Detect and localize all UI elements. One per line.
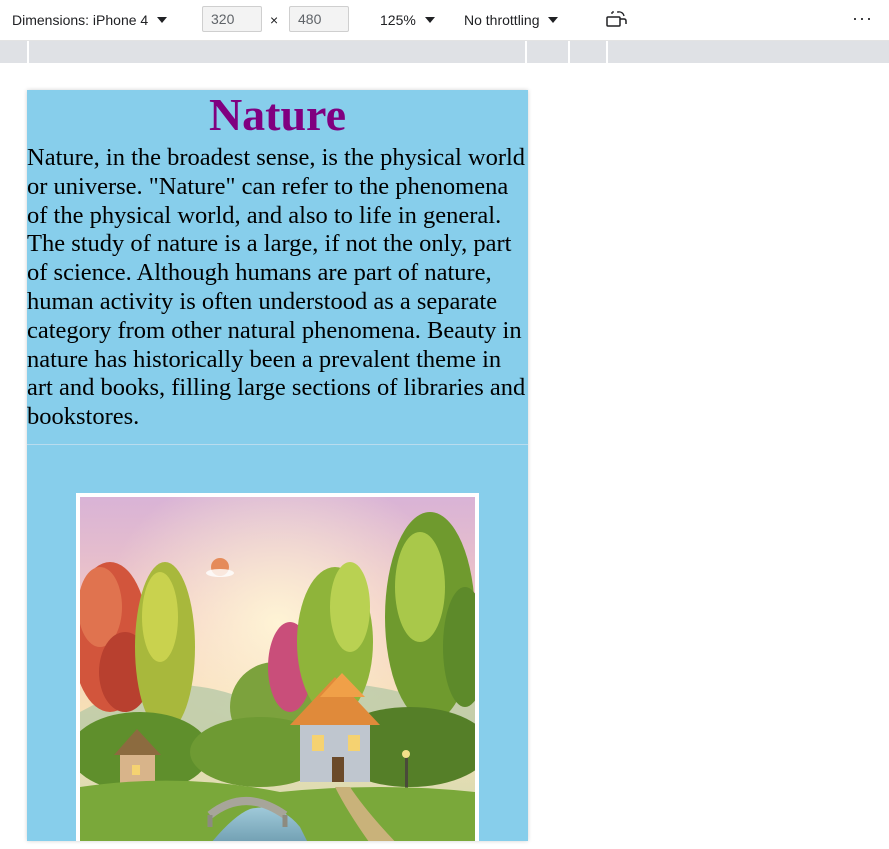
section-divider bbox=[27, 444, 528, 445]
nature-paragraph: Nature, in the broadest sense, is the ph… bbox=[27, 144, 526, 431]
chevron-down-icon bbox=[424, 17, 435, 23]
device-viewport: Nature Nature, in the broadest sense, is… bbox=[27, 90, 528, 841]
more-options-icon[interactable]: ··· bbox=[852, 8, 873, 29]
throttling-label: No throttling bbox=[464, 12, 540, 28]
device-toolbar: Dimensions: iPhone 4 320 × 480 125% No t… bbox=[0, 0, 889, 41]
dimensions-dropdown[interactable]: Dimensions: iPhone 4 bbox=[12, 0, 168, 40]
ruler-tick bbox=[525, 41, 527, 63]
width-input[interactable]: 320 bbox=[202, 6, 262, 32]
chevron-down-icon bbox=[157, 17, 168, 23]
times-symbol: × bbox=[270, 12, 279, 28]
cottage-landscape-image bbox=[80, 497, 475, 841]
ruler-tick bbox=[606, 41, 608, 63]
media-query-ruler[interactable] bbox=[0, 41, 889, 63]
height-input[interactable]: 480 bbox=[289, 6, 349, 32]
ruler-tick bbox=[568, 41, 570, 63]
zoom-label: 125% bbox=[380, 12, 416, 28]
throttling-dropdown[interactable]: No throttling bbox=[464, 0, 559, 40]
page-title: Nature bbox=[208, 90, 347, 140]
nature-painting bbox=[76, 493, 479, 841]
dimensions-label: Dimensions: iPhone 4 bbox=[12, 12, 149, 28]
rotate-device-icon[interactable] bbox=[606, 10, 628, 30]
ruler-tick bbox=[27, 41, 29, 63]
zoom-dropdown[interactable]: 125% bbox=[380, 0, 435, 40]
chevron-down-icon bbox=[548, 17, 559, 23]
